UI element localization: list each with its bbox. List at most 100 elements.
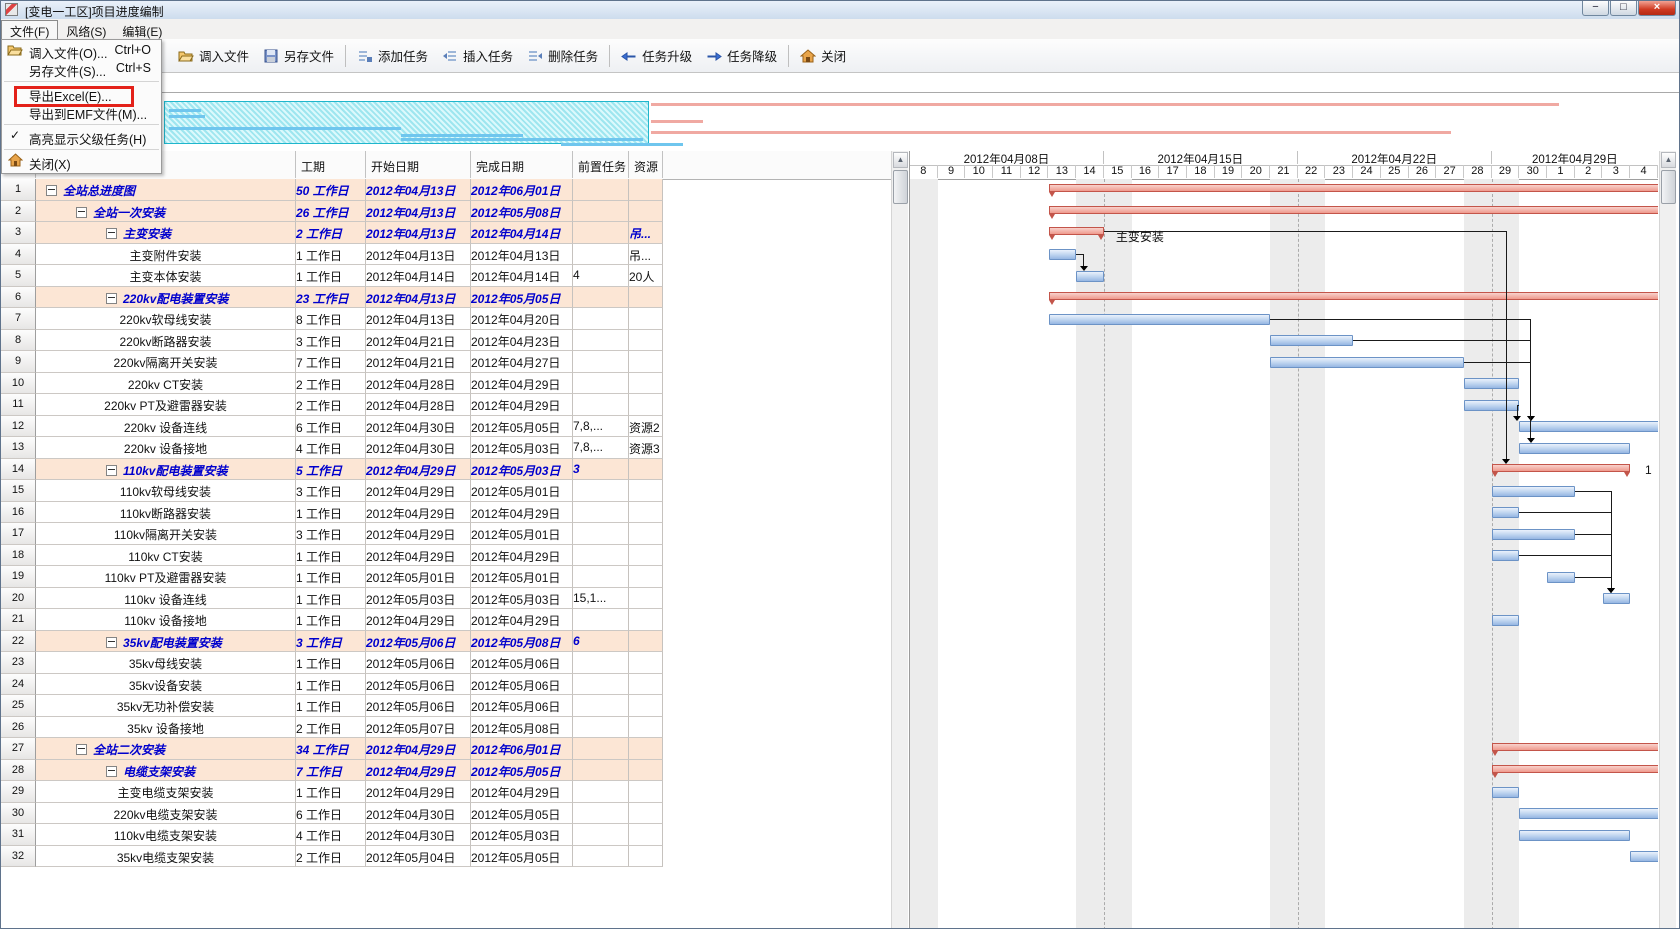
- scroll-up-button[interactable]: ▲: [1661, 152, 1676, 168]
- table-row-8[interactable]: 8220kv断路器安装3 工作日2012年04月21日2012年04月23日: [1, 330, 891, 352]
- cell-pre: [573, 201, 629, 223]
- task-bar-11[interactable]: [1464, 400, 1519, 411]
- table-row-3[interactable]: 3主变安装2 工作日2012年04月13日2012年04月14日吊...: [1, 222, 891, 244]
- task-bar-30[interactable]: [1519, 808, 1658, 819]
- table-row-31[interactable]: 31110kv电缆支架安装4 工作日2012年04月30日2012年05月03日: [1, 824, 891, 846]
- collapse-toggle-icon[interactable]: [106, 637, 117, 648]
- table-row-18[interactable]: 18110kv CT安装1 工作日2012年04月29日2012年04月29日: [1, 545, 891, 567]
- task-bar-7[interactable]: [1049, 314, 1271, 325]
- task-name: 110kv隔离开关安装: [36, 523, 296, 545]
- table-row-28[interactable]: 28电缆支架安装7 工作日2012年04月29日2012年05月05日: [1, 760, 891, 782]
- task-bar-17[interactable]: [1492, 529, 1575, 540]
- minimize-button[interactable]: −: [1582, 1, 1609, 16]
- table-row-32[interactable]: 3235kv电缆支架安装2 工作日2012年05月04日2012年05月05日: [1, 846, 891, 868]
- table-row-1[interactable]: 1全站总进度图50 工作日2012年04月13日2012年06月01日: [1, 179, 891, 201]
- gantt-scrollbar[interactable]: ▲: [1659, 151, 1676, 929]
- task-bar-13[interactable]: [1519, 443, 1630, 454]
- collapse-toggle-icon[interactable]: [106, 465, 117, 476]
- task-bar-31[interactable]: [1519, 830, 1630, 841]
- table-row-26[interactable]: 2635kv 设备接地2 工作日2012年05月07日2012年05月08日: [1, 717, 891, 739]
- toolbar-button-7[interactable]: 任务升级: [614, 43, 699, 68]
- summary-cap-left: [1492, 751, 1498, 756]
- close-button[interactable]: ×: [1638, 1, 1676, 16]
- table-scrollbar[interactable]: ▲: [891, 151, 908, 929]
- summary-bar-6[interactable]: [1049, 292, 1659, 300]
- column-header-filler: [663, 151, 891, 178]
- table-row-4[interactable]: 4主变附件安装1 工作日2012年04月13日2012年04月13日吊...: [1, 244, 891, 266]
- gantt-day-label: 27: [1436, 165, 1464, 178]
- task-bar-29[interactable]: [1492, 787, 1520, 798]
- toolbar-button-1[interactable]: 另存文件: [256, 43, 341, 68]
- file-menu-item-8[interactable]: 关闭(X): [2, 153, 161, 171]
- summary-bar-2[interactable]: [1049, 206, 1659, 214]
- collapse-toggle-icon[interactable]: [76, 207, 87, 218]
- toolbar-button-3[interactable]: 添加任务: [350, 43, 435, 68]
- collapse-toggle-icon[interactable]: [46, 185, 57, 196]
- table-row-30[interactable]: 30220kv电缆支架安装6 工作日2012年04月30日2012年05月05日: [1, 803, 891, 825]
- task-bar-10[interactable]: [1464, 378, 1519, 389]
- table-row-24[interactable]: 2435kv设备安装1 工作日2012年05月06日2012年05月06日: [1, 674, 891, 696]
- toolbar-button-5[interactable]: 删除任务: [520, 43, 605, 68]
- table-row-14[interactable]: 14110kv配电装置安装5 工作日2012年04月29日2012年05月03日…: [1, 459, 891, 481]
- table-row-20[interactable]: 20110kv 设备连线1 工作日2012年05月03日2012年05月03日1…: [1, 588, 891, 610]
- table-row-5[interactable]: 5主变本体安装1 工作日2012年04月14日2012年04月14日420人: [1, 265, 891, 287]
- table-row-19[interactable]: 19110kv PT及避雷器安装1 工作日2012年05月01日2012年05月…: [1, 566, 891, 588]
- table-row-21[interactable]: 21110kv 设备接地1 工作日2012年04月29日2012年04月29日: [1, 609, 891, 631]
- cell-pre: [573, 566, 629, 588]
- table-row-10[interactable]: 10220kv CT安装2 工作日2012年04月28日2012年04月29日: [1, 373, 891, 395]
- cell-start: 2012年04月28日: [366, 394, 471, 416]
- table-row-17[interactable]: 17110kv隔离开关安装3 工作日2012年04月29日2012年05月01日: [1, 523, 891, 545]
- toolbar-button-0[interactable]: 调入文件: [171, 43, 256, 68]
- scroll-thumb[interactable]: [893, 170, 908, 204]
- table-row-7[interactable]: 7220kv软母线安装8 工作日2012年04月13日2012年04月20日: [1, 308, 891, 330]
- collapse-toggle-icon[interactable]: [106, 766, 117, 777]
- table-row-16[interactable]: 16110kv断路器安装1 工作日2012年04月29日2012年04月29日: [1, 502, 891, 524]
- toolbar-button-8[interactable]: 任务降级: [699, 43, 784, 68]
- task-bar-18[interactable]: [1492, 550, 1520, 561]
- file-menu-item-1[interactable]: 另存文件(S)...Ctrl+S: [2, 60, 161, 78]
- scroll-up-button[interactable]: ▲: [893, 152, 908, 168]
- table-row-9[interactable]: 9220kv隔离开关安装7 工作日2012年04月21日2012年04月27日: [1, 351, 891, 373]
- collapse-toggle-icon[interactable]: [76, 744, 87, 755]
- task-bar-9[interactable]: [1270, 357, 1464, 368]
- cell-end: 2012年04月23日: [471, 330, 573, 352]
- summary-bar-1[interactable]: [1049, 184, 1659, 192]
- task-bar-5[interactable]: [1076, 271, 1104, 282]
- summary-bar-14[interactable]: [1492, 464, 1631, 472]
- cell-dur: 2 工作日: [296, 394, 366, 416]
- task-bar-12[interactable]: [1519, 421, 1658, 432]
- collapse-toggle-icon[interactable]: [106, 228, 117, 239]
- table-row-25[interactable]: 2535kv无功补偿安装1 工作日2012年05月06日2012年05月06日: [1, 695, 891, 717]
- table-row-23[interactable]: 2335kv母线安装1 工作日2012年05月06日2012年05月06日: [1, 652, 891, 674]
- maximize-button[interactable]: □: [1610, 1, 1637, 16]
- table-row-6[interactable]: 6220kv配电装置安装23 工作日2012年04月13日2012年05月05日: [1, 287, 891, 309]
- task-bar-4[interactable]: [1049, 249, 1077, 260]
- task-bar-15[interactable]: [1492, 486, 1575, 497]
- table-row-22[interactable]: 2235kv配电装置安装3 工作日2012年05月06日2012年05月08日6: [1, 631, 891, 653]
- table-row-11[interactable]: 11220kv PT及避雷器安装2 工作日2012年04月28日2012年04月…: [1, 394, 891, 416]
- task-bar-19[interactable]: [1547, 572, 1575, 583]
- table-row-12[interactable]: 12220kv 设备连线6 工作日2012年04月30日2012年05月05日7…: [1, 416, 891, 438]
- file-menu-item-0[interactable]: 调入文件(O)...Ctrl+O: [2, 42, 161, 60]
- task-bar-16[interactable]: [1492, 507, 1520, 518]
- summary-bar-27[interactable]: [1492, 743, 1658, 751]
- task-bar-21[interactable]: [1492, 615, 1520, 626]
- table-row-27[interactable]: 27全站二次安装34 工作日2012年04月29日2012年06月01日: [1, 738, 891, 760]
- toolbar-button-10[interactable]: 关闭: [793, 43, 853, 68]
- task-bar-20[interactable]: [1603, 593, 1631, 604]
- cell-res: [629, 588, 663, 610]
- table-row-29[interactable]: 29主变电缆支架安装1 工作日2012年04月29日2012年04月29日: [1, 781, 891, 803]
- file-menu-item-6[interactable]: ✓高亮显示父级任务(H): [2, 128, 161, 146]
- table-row-2[interactable]: 2全站一次安装26 工作日2012年04月13日2012年05月08日: [1, 201, 891, 223]
- task-bar-32[interactable]: [1630, 851, 1658, 862]
- menu-separator: [4, 81, 159, 82]
- summary-cap-left: [1049, 214, 1055, 219]
- toolbar-button-4[interactable]: 插入任务: [435, 43, 520, 68]
- task-bar-8[interactable]: [1270, 335, 1353, 346]
- summary-bar-3[interactable]: [1049, 227, 1104, 235]
- summary-bar-28[interactable]: [1492, 765, 1658, 773]
- scroll-thumb[interactable]: [1661, 170, 1676, 204]
- collapse-toggle-icon[interactable]: [106, 293, 117, 304]
- table-row-13[interactable]: 13220kv 设备接地4 工作日2012年04月30日2012年05月03日7…: [1, 437, 891, 459]
- table-row-15[interactable]: 15110kv软母线安装3 工作日2012年04月29日2012年05月01日: [1, 480, 891, 502]
